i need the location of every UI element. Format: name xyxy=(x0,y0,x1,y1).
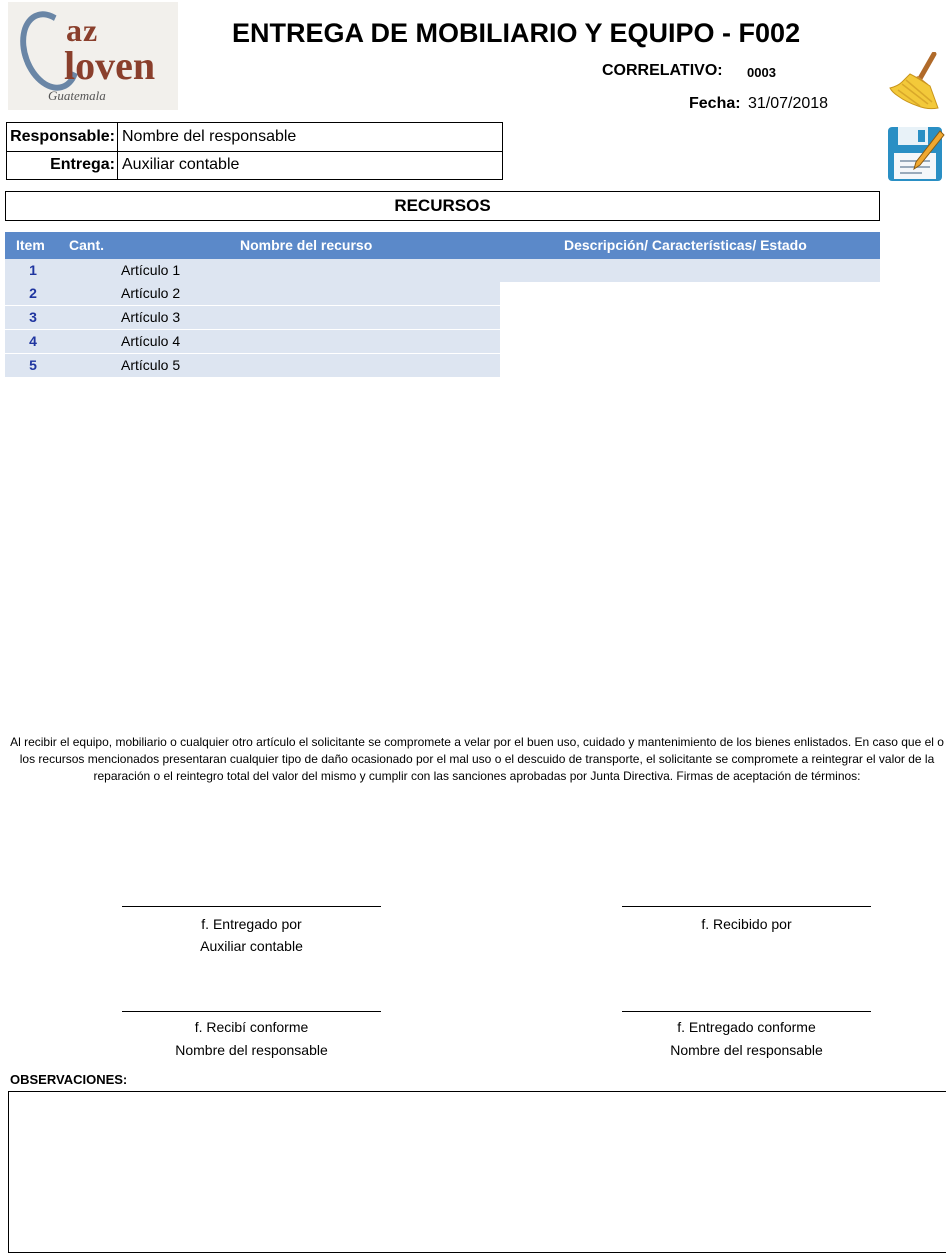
signature-line-entregado-conforme xyxy=(622,1011,871,1012)
resource-name[interactable]: Artículo 1 xyxy=(121,262,180,278)
column-header-item: Item xyxy=(16,237,45,253)
table-row[interactable]: 2 Artículo 2 xyxy=(5,282,500,305)
table-row[interactable]: 5 Artículo 5 xyxy=(5,354,500,377)
table-row[interactable]: 3 Artículo 3 xyxy=(5,306,500,329)
observaciones-label: OBSERVACIONES: xyxy=(10,1072,128,1087)
broom-icon[interactable] xyxy=(888,51,946,110)
sig-entregado-por-name: Auxiliar contable xyxy=(200,938,303,954)
sig-entregado-conforme: f. Entregado conforme xyxy=(677,1019,816,1035)
responsable-row: Responsable: Nombre del responsable xyxy=(7,123,502,152)
table-header: Item Cant. Nombre del recurso Descripció… xyxy=(5,232,880,259)
sig-entregado-conforme-name: Nombre del responsable xyxy=(670,1042,823,1058)
sig-recibi-conforme: f. Recibí conforme xyxy=(194,1019,309,1035)
item-number: 5 xyxy=(29,357,37,373)
item-number: 1 xyxy=(29,262,37,278)
column-header-cant: Cant. xyxy=(69,237,104,253)
correlativo-value: 0003 xyxy=(747,65,776,80)
observaciones-field[interactable] xyxy=(8,1091,946,1253)
item-number: 2 xyxy=(29,285,37,301)
entrega-field[interactable]: Auxiliar contable xyxy=(122,156,239,174)
resource-name[interactable]: Artículo 4 xyxy=(121,333,180,349)
fecha-label: Fecha: xyxy=(689,95,741,112)
column-header-nombre: Nombre del recurso xyxy=(240,237,373,253)
info-divider xyxy=(117,123,118,179)
responsable-label: Responsable: xyxy=(10,128,115,145)
sig-recibi-conforme-name: Nombre del responsable xyxy=(175,1042,328,1058)
terms-text: Al recibir el equipo, mobiliario o cualq… xyxy=(10,735,944,783)
resource-name[interactable]: Artículo 5 xyxy=(121,357,180,373)
signature-line-recibido xyxy=(622,906,871,907)
recursos-title: RECURSOS xyxy=(394,196,491,215)
paz-joven-logo: az loven Guatemala xyxy=(8,2,178,110)
correlativo-label: CORRELATIVO: xyxy=(602,62,723,79)
entrega-row: Entrega: Auxiliar contable xyxy=(7,151,502,179)
logo-text-main: loven xyxy=(64,43,156,88)
logo-text-sub: Guatemala xyxy=(48,88,106,103)
sig-entregado-por: f. Entregado por xyxy=(201,916,302,932)
entrega-label: Entrega: xyxy=(50,156,115,173)
item-number: 3 xyxy=(29,309,37,325)
page-title: ENTREGA DE MOBILIARIO Y EQUIPO - F002 xyxy=(232,18,801,48)
responsable-field[interactable]: Nombre del responsable xyxy=(122,128,296,146)
fecha-value[interactable]: 31/07/2018 xyxy=(748,95,828,113)
resource-name[interactable]: Artículo 3 xyxy=(121,309,180,325)
save-disk-icon[interactable] xyxy=(886,121,946,183)
signature-line-entregado xyxy=(122,906,381,907)
recursos-section-title: RECURSOS xyxy=(5,191,880,221)
signature-line-recibi-conforme xyxy=(122,1011,381,1012)
column-header-descripcion: Descripción/ Características/ Estado xyxy=(564,237,807,253)
resource-name[interactable]: Artículo 2 xyxy=(121,285,180,301)
info-table: Responsable: Nombre del responsable Entr… xyxy=(6,122,503,180)
item-number: 4 xyxy=(29,333,37,349)
table-row[interactable]: 4 Artículo 4 xyxy=(5,330,500,353)
table-row[interactable]: 1 Artículo 1 xyxy=(5,259,880,282)
sig-recibido-por: f. Recibido por xyxy=(701,916,792,932)
